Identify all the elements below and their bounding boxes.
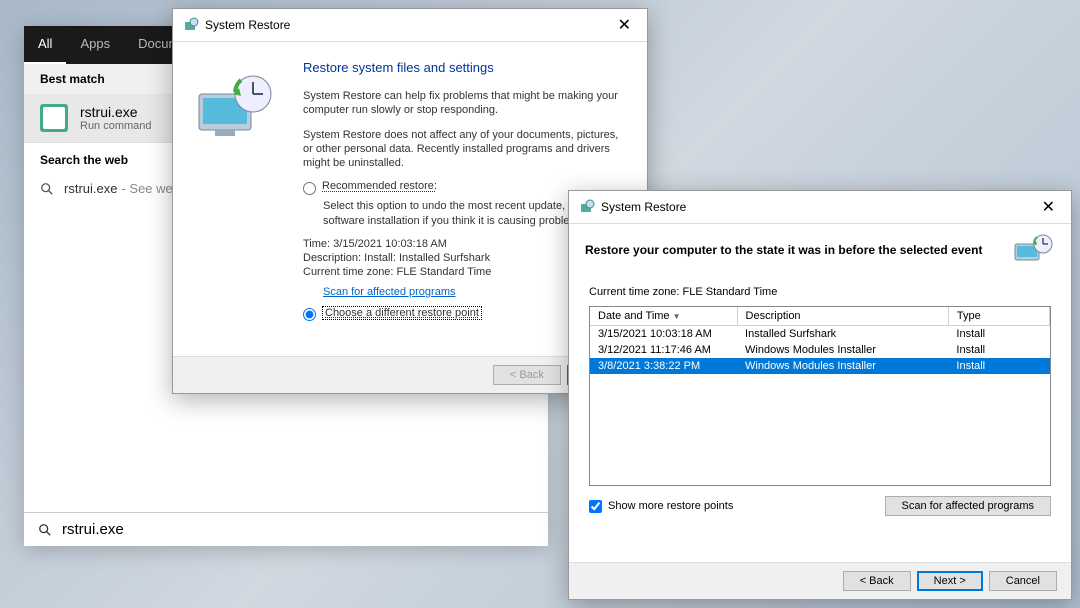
dialog-heading: Restore your computer to the state it wa… [585, 243, 1013, 257]
scan-affected-button[interactable]: Scan for affected programs [885, 496, 1051, 516]
table-row[interactable]: 3/8/2021 3:38:22 PM Windows Modules Inst… [590, 358, 1050, 374]
restore-points-table[interactable]: Date and Time ▼ Description Type 3/15/20… [589, 306, 1051, 486]
col-datetime[interactable]: Date and Time ▼ [590, 307, 737, 326]
dialog-heading: Restore system files and settings [303, 60, 627, 75]
cell-description: Windows Modules Installer [737, 358, 948, 374]
desc-label: Description: [303, 252, 361, 264]
cell-type: Install [948, 326, 1049, 343]
cancel-button[interactable]: Cancel [989, 571, 1057, 591]
col-description[interactable]: Description [737, 307, 948, 326]
titlebar[interactable]: System Restore ✕ [173, 9, 647, 42]
system-restore-wizard-2: System Restore ✕ Restore your computer t… [568, 190, 1072, 600]
close-button[interactable]: ✕ [1036, 197, 1061, 217]
search-box [24, 512, 548, 546]
next-button[interactable]: Next > [917, 571, 983, 591]
app-icon [40, 104, 68, 132]
restore-icon [183, 17, 199, 33]
table-row[interactable]: 3/12/2021 11:17:46 AM Windows Modules In… [590, 342, 1050, 358]
show-more-checkbox[interactable] [589, 500, 602, 513]
cell-datetime: 3/12/2021 11:17:46 AM [590, 342, 737, 358]
dialog-title: System Restore [205, 18, 290, 32]
dialog-buttons: < Back Next > Cancel [569, 562, 1071, 599]
show-more-label: Show more restore points [608, 500, 733, 512]
tab-all[interactable]: All [24, 26, 66, 64]
monitor-clock-icon [193, 72, 283, 142]
cell-datetime: 3/15/2021 10:03:18 AM [590, 326, 737, 343]
best-match-subtitle: Run command [80, 120, 152, 132]
intro-text-1: System Restore can help fix problems tha… [303, 89, 627, 118]
monitor-clock-icon [1013, 234, 1055, 266]
best-match-text: rstrui.exe Run command [80, 104, 152, 132]
different-point-radio[interactable] [303, 308, 316, 321]
cell-description: Installed Surfshark [737, 326, 948, 343]
tz-label: Current time zone: [303, 266, 393, 278]
intro-text-2: System Restore does not affect any of yo… [303, 128, 627, 171]
different-point-label: Choose a different restore point [322, 306, 482, 320]
search-input[interactable] [62, 521, 534, 538]
tab-apps[interactable]: Apps [66, 26, 124, 64]
cell-description: Windows Modules Installer [737, 342, 948, 358]
tz-value: FLE Standard Time [397, 266, 492, 278]
cell-datetime: 3/8/2021 3:38:22 PM [590, 358, 737, 374]
titlebar[interactable]: System Restore ✕ [569, 191, 1071, 224]
cell-type: Install [948, 342, 1049, 358]
sort-desc-icon: ▼ [673, 312, 681, 321]
table-row[interactable]: 3/15/2021 10:03:18 AM Installed Surfshar… [590, 326, 1050, 343]
time-value: 3/15/2021 10:03:18 AM [333, 238, 447, 250]
dialog-illustration [173, 52, 303, 354]
dialog-title: System Restore [601, 200, 686, 214]
time-label: Time: [303, 238, 330, 250]
recommended-restore-label: Recommended restore: [322, 180, 437, 192]
back-button[interactable]: < Back [843, 571, 911, 591]
timezone-label: Current time zone: FLE Standard Time [569, 272, 1071, 306]
restore-icon [579, 199, 595, 215]
recommended-restore-radio[interactable] [303, 182, 316, 195]
back-button: < Back [493, 365, 561, 385]
best-match-title: rstrui.exe [80, 104, 152, 120]
search-icon [40, 182, 54, 196]
web-query: rstrui.exe [64, 181, 117, 196]
cell-type: Install [948, 358, 1049, 374]
desc-value: Install: Installed Surfshark [364, 252, 490, 264]
scan-affected-link[interactable]: Scan for affected programs [323, 286, 455, 298]
close-button[interactable]: ✕ [612, 15, 637, 35]
search-icon [38, 523, 52, 537]
col-type[interactable]: Type [948, 307, 1049, 326]
